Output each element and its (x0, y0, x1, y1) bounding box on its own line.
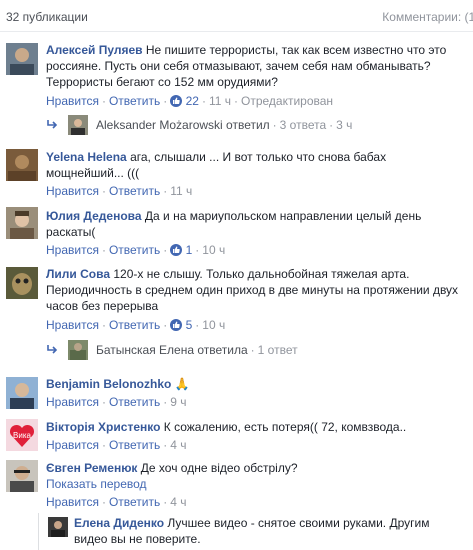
comment-author[interactable]: Лили Сова (46, 267, 110, 281)
comment-time[interactable]: 11 ч (170, 184, 192, 198)
comment-actions: Нравится · Ответить · 1 · 10 ч (46, 243, 226, 257)
like-icon (170, 319, 183, 331)
comment-actions: Нравится · Ответить · 9 ч (46, 395, 187, 409)
comment-actions: Нравится · Ответить · 22 · 11 ч · Отредактирова… (46, 94, 334, 108)
avatar[interactable] (6, 149, 38, 181)
like-icon (170, 95, 183, 107)
like-link[interactable]: Нравится (46, 318, 99, 332)
like-count[interactable]: 22 (186, 94, 199, 108)
avatar[interactable] (6, 43, 38, 75)
comment-body: Євген Ременюк Де хоч одне відео обстрілу… (46, 460, 461, 476)
comment-body: Юлия Деденова Да и на мариупольском напр… (46, 208, 461, 240)
comment-author[interactable]: Юлия Деденова (46, 209, 142, 223)
reply-link[interactable]: Ответить (109, 495, 160, 509)
comment-author[interactable]: Елена Диденко (74, 516, 164, 530)
reply-author[interactable]: Батынская Елена ответила (96, 343, 248, 357)
reply-arrow-icon (47, 345, 58, 354)
comment-text: 🙏 (174, 377, 190, 391)
comments-header: 32 публикации Комментарии: (11 (0, 0, 473, 34)
reply-link[interactable]: Ответить (109, 243, 160, 257)
reply-count[interactable]: 3 ответа (280, 118, 326, 132)
publications-count: 32 публикации (6, 10, 88, 24)
like-link[interactable]: Нравится (46, 395, 99, 409)
avatar[interactable]: Вика (6, 419, 38, 451)
comment-author[interactable]: Алексей Пуляев (46, 43, 143, 57)
like-icon (170, 244, 183, 256)
reply-link[interactable]: Ответить (109, 318, 160, 332)
comments-count-link[interactable]: Комментарии: (11 (382, 10, 473, 24)
comment-author[interactable]: Benjamin Belonozhko (46, 377, 171, 391)
comment-time[interactable]: 11 ч (209, 94, 231, 108)
edited-label[interactable]: Отредактирован (241, 94, 333, 108)
comment-body: Елена Диденко Лучшее видео - снятое свои… (74, 515, 464, 547)
comment-body: Benjamin Belonozhko 🙏 (46, 376, 461, 392)
translate-link[interactable]: Показать перевод (46, 476, 147, 492)
reply-time: 3 ч (336, 118, 353, 132)
comment-text: К сожалению, есть потеря(( 72, комвзвода… (163, 420, 407, 434)
reply-link[interactable]: Ответить (109, 184, 160, 198)
comment-actions: Нравится · Ответить · 5 · 10 ч (46, 318, 226, 332)
like-link[interactable]: Нравится (46, 243, 99, 257)
comment-time[interactable]: 4 ч (170, 438, 186, 452)
comment-time[interactable]: 4 ч (170, 495, 186, 509)
comment-actions: Нравится · Ответить · 4 ч (46, 495, 187, 509)
reply-link[interactable]: Ответить (109, 438, 160, 452)
avatar[interactable] (6, 460, 38, 492)
avatar (68, 115, 88, 135)
comment-author[interactable]: Вікторія Христенко (46, 420, 160, 434)
comment-author[interactable]: Yelena Helena (46, 150, 127, 164)
comment-text: Де хоч одне відео обстрілу? (140, 461, 298, 475)
comment-body: Yelena Helena ага, слышали ... И вот тол… (46, 149, 461, 181)
comment-actions: Нравится · Ответить · 11 ч (46, 184, 193, 198)
comment-body: Вікторія Христенко К сожалению, есть пот… (46, 419, 461, 435)
comment-body: Алексей Пуляев Не пишите террористы, так… (46, 42, 461, 90)
comment-time[interactable]: 10 ч (202, 318, 225, 332)
avatar[interactable] (48, 517, 68, 537)
reply-arrow-icon (47, 120, 58, 129)
reply-link[interactable]: Ответить (109, 395, 160, 409)
reply-author[interactable]: Aleksander Możarowski ответил (96, 118, 270, 132)
divider (0, 31, 473, 32)
comment-actions: Нравится · Ответить · 4 ч (46, 438, 187, 452)
avatar[interactable] (6, 377, 38, 409)
avatar[interactable] (6, 207, 38, 239)
reply-link[interactable]: Ответить (109, 94, 160, 108)
comment-author[interactable]: Євген Ременюк (46, 461, 137, 475)
avatar-text: Вика (13, 431, 31, 440)
reply-thread-line (38, 513, 39, 550)
like-link[interactable]: Нравится (46, 94, 99, 108)
avatar (68, 340, 88, 360)
comment-time[interactable]: 9 ч (170, 395, 186, 409)
avatar[interactable] (6, 267, 38, 299)
comment-body: Лили Сова 120-х не слышу. Только дальноб… (46, 266, 461, 314)
comment-time[interactable]: 10 ч (202, 243, 225, 257)
like-link[interactable]: Нравится (46, 495, 99, 509)
like-link[interactable]: Нравится (46, 438, 99, 452)
reply-count[interactable]: 1 ответ (258, 343, 298, 357)
like-link[interactable]: Нравится (46, 184, 99, 198)
